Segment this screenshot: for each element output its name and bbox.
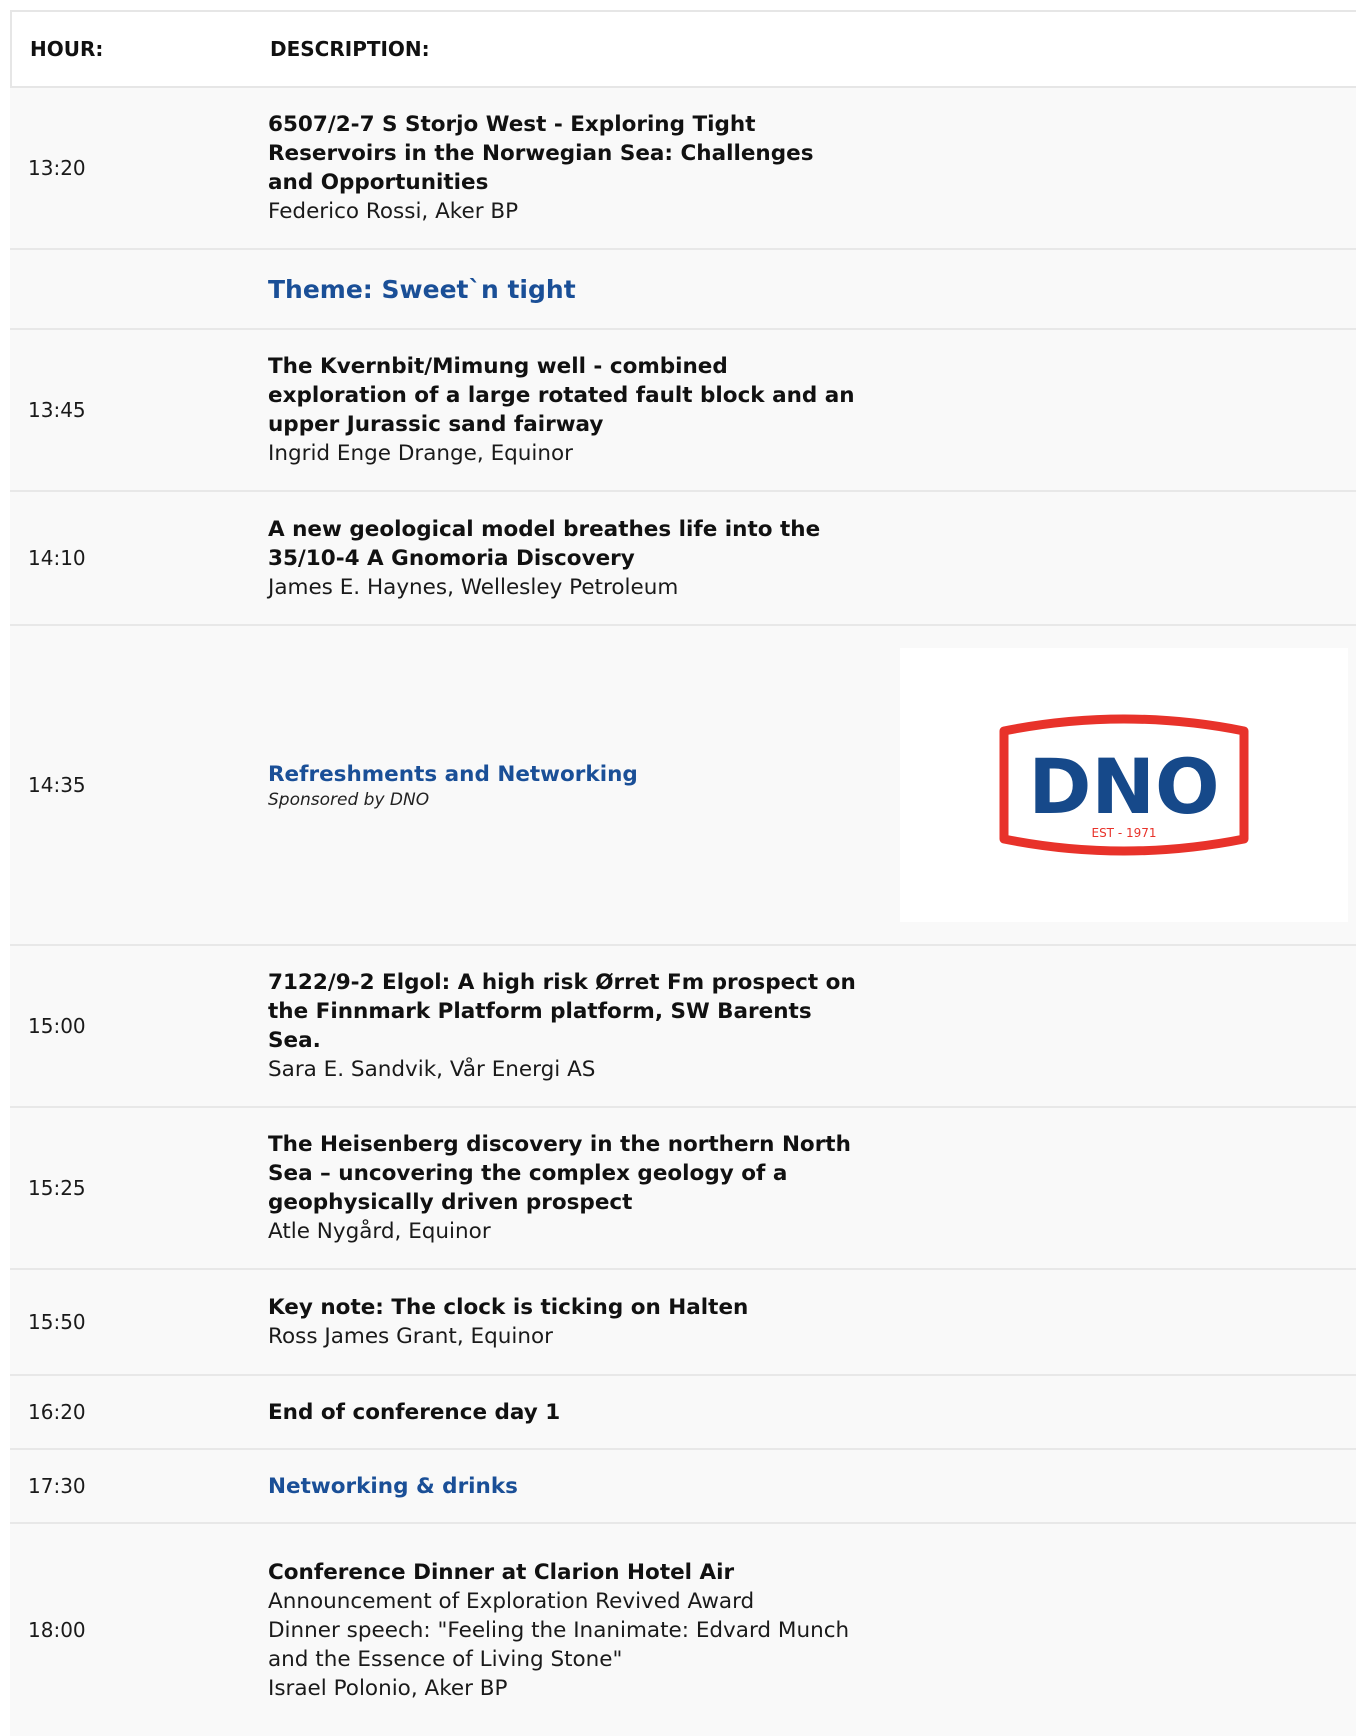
dinner-speech: Dinner speech: "Feeling the Inanimate: E… <box>268 1617 850 1672</box>
logo-wordmark: DNO <box>1028 742 1219 831</box>
session-speaker: Ross James Grant, Equinor <box>268 1324 553 1349</box>
table-row: 14:10 A new geological model breathes li… <box>10 492 1356 626</box>
session-speaker: James E. Haynes, Wellesley Petroleum <box>268 574 679 600</box>
row-time: 17:30 <box>28 1474 86 1498</box>
agenda-table: HOUR: DESCRIPTION: 13:20 6507/2-7 S Stor… <box>10 10 1356 1736</box>
table-row: 17:30 Networking & drinks <box>10 1450 1356 1524</box>
session-speaker: Federico Rossi, Aker BP <box>268 199 519 224</box>
row-description: Key note: The clock is ticking on Halten… <box>268 1293 858 1351</box>
row-description: The Kvernbit/Mimung well - combined expl… <box>268 352 858 468</box>
row-time: 15:00 <box>28 1014 86 1038</box>
session-speaker: Atle Nygård, Equinor <box>268 1219 491 1244</box>
row-description: Conference Dinner at Clarion Hotel Air A… <box>268 1558 858 1703</box>
table-header: HOUR: DESCRIPTION: <box>10 10 1356 88</box>
sponsor-note: Sponsored by DNO <box>268 789 430 810</box>
logo-tagline: EST - 1971 <box>1091 826 1156 840</box>
dno-logo-icon: DNO EST - 1971 <box>999 714 1249 856</box>
sponsor-logo: DNO EST - 1971 <box>900 648 1348 922</box>
session-title: Conference Dinner at Clarion Hotel Air <box>268 1559 735 1585</box>
row-time: 15:50 <box>28 1310 86 1334</box>
session-title: The Kvernbit/Mimung well - combined expl… <box>268 354 855 437</box>
table-row: 15:25 The Heisenberg discovery in the no… <box>10 1108 1356 1270</box>
session-title: 7122/9-2 Elgol: A high risk Ørret Fm pro… <box>268 970 856 1053</box>
session-title: A new geological model breathes life int… <box>268 516 821 571</box>
session-speaker: Israel Polonio, Aker BP <box>268 1675 508 1701</box>
hour-column-header: HOUR: <box>30 37 104 61</box>
session-title: The Heisenberg discovery in the northern… <box>268 1132 851 1215</box>
session-title: Key note: The clock is ticking on Halten <box>268 1295 749 1320</box>
table-row: 14:35 Refreshments and Networking Sponso… <box>10 626 1356 946</box>
theme-heading: Theme: Sweet`n tight <box>268 274 576 304</box>
session-title: End of conference day 1 <box>268 1399 561 1425</box>
row-time: 15:25 <box>28 1176 86 1200</box>
session-title: Networking & drinks <box>268 1473 518 1499</box>
session-title: Refreshments and Networking <box>268 761 638 787</box>
table-row: 16:20 End of conference day 1 <box>10 1376 1356 1450</box>
row-description: 7122/9-2 Elgol: A high risk Ørret Fm pro… <box>268 968 858 1084</box>
session-speaker: Sara E. Sandvik, Vår Energi AS <box>268 1057 596 1082</box>
row-description: End of conference day 1 <box>268 1398 858 1427</box>
table-row: 13:45 The Kvernbit/Mimung well - combine… <box>10 330 1356 492</box>
table-row: 15:00 7122/9-2 Elgol: A high risk Ørret … <box>10 946 1356 1108</box>
award-announcement: Announcement of Exploration Revived Awar… <box>268 1588 755 1614</box>
row-time: 13:20 <box>28 156 86 180</box>
session-title: 6507/2-7 S Storjo West - Exploring Tight… <box>268 112 814 195</box>
row-description: The Heisenberg discovery in the northern… <box>268 1130 858 1246</box>
description-column-header: DESCRIPTION: <box>270 37 430 61</box>
row-time: 14:35 <box>28 773 86 797</box>
row-description: Theme: Sweet`n tight <box>268 275 858 304</box>
row-description: Networking & drinks <box>268 1472 858 1501</box>
table-row: 18:00 Conference Dinner at Clarion Hotel… <box>10 1524 1356 1736</box>
row-time: 14:10 <box>28 546 86 570</box>
row-time: 16:20 <box>28 1400 86 1424</box>
session-speaker: Ingrid Enge Drange, Equinor <box>268 441 574 466</box>
table-row: 13:20 6507/2-7 S Storjo West - Exploring… <box>10 88 1356 250</box>
row-description: 6507/2-7 S Storjo West - Exploring Tight… <box>268 110 858 226</box>
table-row: Theme: Sweet`n tight <box>10 250 1356 330</box>
table-row: 15:50 Key note: The clock is ticking on … <box>10 1270 1356 1376</box>
row-time: 13:45 <box>28 398 86 422</box>
row-description: A new geological model breathes life int… <box>268 515 858 602</box>
row-time: 18:00 <box>28 1618 86 1642</box>
row-description: Refreshments and Networking Sponsored by… <box>268 760 858 811</box>
